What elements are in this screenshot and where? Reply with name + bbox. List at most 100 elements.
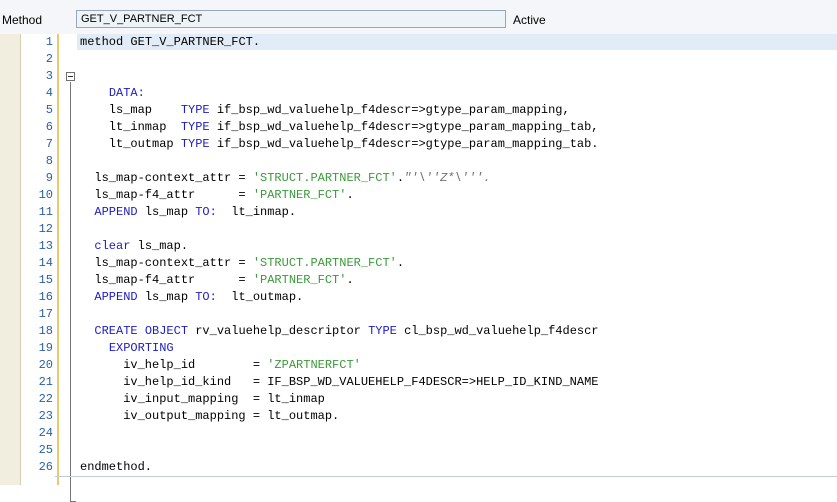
code-token: TO:: [195, 290, 217, 304]
code-token: ls_map: [80, 103, 181, 117]
code-line[interactable]: EXPORTING: [80, 340, 174, 357]
code-token: lt_inmap.: [216, 205, 297, 219]
line-number: 21: [38, 375, 53, 389]
code-token: "'\''Z*\'''.: [404, 171, 491, 185]
line-number: 24: [38, 426, 53, 440]
code-token: rv_valuehelp_descriptor: [188, 324, 369, 338]
code-token: DATA:: [108, 86, 145, 100]
code-line[interactable]: DATA:: [80, 85, 145, 102]
editor-left-strip: [0, 34, 21, 485]
code-line[interactable]: clear ls_map.: [80, 238, 188, 255]
line-number: 3: [45, 69, 53, 83]
code-line[interactable]: lt_outmap TYPE if_bsp_wd_valuehelp_f4des…: [80, 136, 599, 153]
code-line[interactable]: ls_map TYPE if_bsp_wd_valuehelp_f4descr=…: [80, 102, 570, 119]
code-token: if_bsp_wd_valuehelp_f4descr=>gtype_param…: [209, 137, 599, 151]
code-line[interactable]: iv_help_id = 'ZPARTNERFCT': [80, 357, 361, 374]
code-token: if_bsp_wd_valuehelp_f4descr=>gtype_param…: [209, 120, 599, 134]
code-token: cl_bsp_wd_valuehelp_f4descr: [396, 324, 599, 338]
code-line[interactable]: iv_help_id_kind = IF_BSP_WD_VALUEHELP_F4…: [80, 374, 598, 391]
code-line[interactable]: APPEND ls_map TO: lt_outmap.: [80, 289, 303, 306]
code-token: ls_map-context_attr =: [80, 256, 253, 270]
code-token: 'STRUCT.PARTNER_FCT': [252, 171, 397, 185]
line-number: 14: [38, 256, 53, 270]
method-header: Method Active: [0, 0, 837, 35]
code-token: ls_map-f4_attr =: [80, 188, 253, 202]
code-token: .: [346, 273, 354, 287]
code-token: 'ZPARTNERFCT': [267, 358, 361, 372]
code-token: CREATE OBJECT: [94, 324, 189, 338]
line-number: 18: [38, 324, 53, 338]
code-line[interactable]: iv_input_mapping = lt_inmap: [80, 391, 325, 408]
code-line[interactable]: ls_map-context_attr = 'STRUCT.PARTNER_FC…: [80, 255, 404, 272]
collapse-icon[interactable]: [66, 72, 75, 81]
fold-column: [59, 34, 77, 485]
line-number: 5: [45, 103, 53, 117]
code-token: lt_outmap.: [216, 290, 304, 304]
line-number: 20: [38, 358, 53, 372]
code-token: TO:: [195, 205, 217, 219]
code-token: TYPE: [368, 324, 397, 338]
code-token: ls_map: [137, 205, 196, 219]
code-token: ls_map: [137, 290, 196, 304]
line-number: 15: [38, 273, 53, 287]
editor-bottom-divider: [55, 476, 837, 477]
code-line[interactable]: ls_map-f4_attr = 'PARTNER_FCT'.: [80, 272, 354, 289]
code-line[interactable]: method GET_V_PARTNER_FCT.: [80, 34, 260, 51]
code-line[interactable]: lt_inmap TYPE if_bsp_wd_valuehelp_f4desc…: [80, 119, 599, 136]
line-number: 23: [38, 409, 53, 423]
code-token: TYPE: [180, 120, 210, 134]
code-token: ls_map-f4_attr =: [80, 273, 253, 287]
code-token: iv_help_id =: [80, 358, 268, 372]
code-token: lt_outmap: [80, 137, 181, 151]
code-line[interactable]: endmethod.: [80, 459, 152, 476]
line-number: 1: [45, 35, 53, 49]
code-token: iv_input_mapping = lt_inmap: [80, 392, 325, 406]
code-line[interactable]: iv_output_mapping = lt_outmap.: [80, 408, 339, 425]
code-token: .: [396, 256, 405, 270]
code-editor[interactable]: 1 method GET_V_PARTNER_FCT. 2 3 4 DATA: 5 ls_…: [0, 34, 837, 502]
code-token: EXPORTING: [108, 341, 174, 355]
line-number: 8: [45, 154, 53, 168]
line-number: 16: [38, 290, 53, 304]
line-number: 9: [45, 171, 53, 185]
code-token: if_bsp_wd_valuehelp_f4descr=>gtype_param…: [209, 103, 570, 117]
line-number: 12: [38, 222, 53, 236]
code-line[interactable]: ls_map-context_attr = 'STRUCT.PARTNER_FC…: [80, 170, 490, 187]
code-token: ls_map.: [130, 239, 189, 253]
code-token: iv_output_mapping = lt_outmap.: [80, 409, 340, 423]
line-number: 6: [45, 120, 53, 134]
fold-guide-line: [70, 82, 71, 502]
code-line[interactable]: ls_map-f4_attr = 'PARTNER_FCT'.: [80, 187, 353, 204]
line-number: 26: [38, 460, 53, 474]
line-number: 19: [38, 341, 53, 355]
line-number: 13: [38, 239, 53, 253]
line-number: 11: [38, 205, 53, 219]
code-token: lt_inmap: [80, 120, 181, 134]
code-token: 'PARTNER_FCT': [252, 188, 347, 202]
code-token: TYPE: [180, 103, 210, 117]
code-token: 'PARTNER_FCT': [252, 273, 347, 287]
code-token: method: [80, 35, 131, 49]
code-token: clear: [94, 239, 131, 253]
method-name-field[interactable]: [76, 10, 506, 28]
code-token: ls_map-context_attr =: [80, 171, 253, 185]
code-line[interactable]: APPEND ls_map TO: lt_inmap.: [80, 204, 296, 221]
code-token: APPEND: [94, 290, 138, 304]
status-label: Active: [513, 13, 546, 27]
code-token: GET_V_PARTNER_FCT.: [130, 35, 261, 49]
line-number: 17: [38, 307, 53, 321]
line-number: 22: [38, 392, 53, 406]
line-number: 10: [38, 188, 53, 202]
code-line[interactable]: CREATE OBJECT rv_valuehelp_descriptor TY…: [80, 323, 599, 340]
code-token: .: [396, 171, 405, 185]
method-label: Method: [2, 13, 43, 27]
code-token: 'STRUCT.PARTNER_FCT': [252, 256, 397, 270]
code-token: TYPE: [180, 137, 210, 151]
code-token: iv_help_id_kind = IF_BSP_WD_VALUEHELP_F4…: [80, 375, 599, 389]
